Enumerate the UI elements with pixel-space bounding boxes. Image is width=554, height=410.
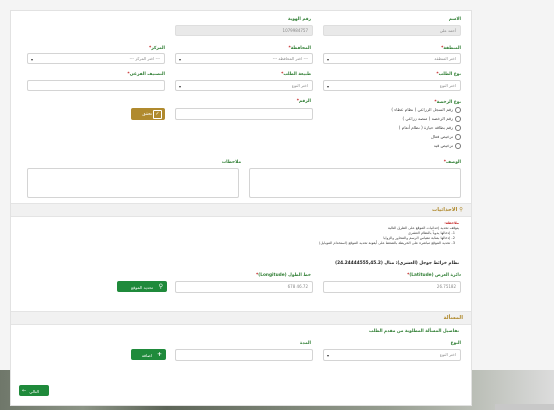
governorate-label: المحافظة* [288, 46, 311, 51]
chevron-down-icon: ▾ [327, 352, 330, 358]
radio-icon [455, 116, 461, 122]
radio-option-5[interactable]: ترخيص قيد [434, 143, 461, 149]
request-nature-select[interactable]: اختر النوع ▾ [175, 80, 313, 91]
coordinates-note-line: 2- إدخالها بمثابة مقياس الرسم والمحاور و… [383, 236, 455, 240]
number-label: الرقم* [296, 99, 311, 104]
add-button-label: اضافة [141, 352, 152, 358]
issue-duration-field[interactable] [175, 349, 313, 361]
id-value: 1079984757 [282, 28, 308, 33]
region-value: اختر المنطقة [434, 56, 456, 61]
name-field[interactable]: أحمد علي [323, 25, 461, 36]
longitude-value: 46.72 678 [287, 284, 308, 289]
region-select[interactable]: اختر المنطقة ▾ [323, 53, 461, 64]
chevron-down-icon: ▾ [327, 83, 330, 89]
coordinates-notes-title: ملاحظة: [444, 221, 459, 225]
chevron-down-icon: ▾ [327, 56, 330, 62]
issue-section-header: المسألة [11, 311, 471, 325]
location-pin-icon: ⚲ [158, 282, 163, 290]
coordinates-note-line: 1- إدخالها يدوياً بالنظام العشري [407, 231, 455, 235]
check-icon: ✓ [153, 110, 162, 119]
coordinates-note-line: يتوقف تحديد إحداثيات الموقع على الطرق ال… [387, 226, 459, 230]
id-field[interactable]: 1079984757 [175, 25, 313, 36]
id-label: رقم الهوية [288, 17, 311, 22]
arrow-left-icon: ← [22, 387, 27, 394]
verify-button-label: تحقق [142, 111, 152, 117]
radio-icon [455, 125, 461, 131]
governorate-value: --- اختر المحافظة --- [272, 56, 308, 61]
radio-icon [455, 143, 461, 149]
request-type-label: نوع الطلب* [436, 72, 461, 77]
center-label: المركز* [148, 46, 165, 51]
radio-option-4[interactable]: ترخيص فعال [431, 134, 461, 140]
description-label: الوصف* [443, 160, 461, 165]
name-value: أحمد علي [439, 28, 456, 33]
radio-icon [455, 107, 461, 113]
latitude-value: 26.75182 [436, 284, 456, 289]
sub-category-select[interactable] [27, 80, 165, 91]
radio-option-3[interactable]: رقم بطاقة حيازة ( نظام أنعام ) [399, 125, 461, 131]
verify-button[interactable]: ✓ تحقق [131, 108, 165, 120]
issue-duration-label: المدة [300, 341, 311, 346]
request-type-select[interactable]: اختر النوع ▾ [323, 80, 461, 91]
issue-type-select[interactable]: اختر النوع ▾ [323, 349, 461, 361]
issue-type-label: النوع [450, 341, 461, 346]
license-type-label: نوع الرخصة* [434, 100, 461, 105]
center-select[interactable]: --- اختر المركز --- ▾ [27, 53, 165, 64]
radio-option-2[interactable]: رقم الرخصة ( منصة زراعي ) [402, 116, 461, 122]
radio-icon [455, 134, 461, 140]
next-button-label: التالي [29, 388, 39, 394]
coordinate-system-label: نظام خرائط جوجل (العشري): مثال (24.24444… [335, 261, 459, 266]
license-radio-group: رقم السجل الزراعي ( نظام عطاء ) رقم الرخ… [321, 107, 461, 159]
radio-option-1[interactable]: رقم السجل الزراعي ( نظام عطاء ) [391, 107, 461, 113]
issue-type-value: اختر النوع [439, 352, 456, 357]
chevron-down-icon: ▾ [179, 56, 182, 62]
location-pin-icon: ⚲ [459, 207, 463, 213]
longitude-field[interactable]: 46.72 678 [175, 281, 313, 293]
region-label: المنطقة* [441, 46, 461, 51]
issue-title: المسألة [443, 315, 463, 321]
latitude-label: دائرة العرض (Latitude)* [407, 273, 461, 278]
horizontal-scrollbar[interactable] [495, 404, 554, 410]
locate-button[interactable]: ⚲ تحديد الموقع [117, 281, 167, 292]
chevron-down-icon: ▾ [179, 83, 182, 89]
latitude-field[interactable]: 26.75182 [323, 281, 461, 293]
notes-label: ملاحظات [221, 160, 241, 165]
longitude-label: خط الطول (Longitude)* [256, 273, 311, 278]
form-panel: الاسم أحمد علي رقم الهوية 1079984757 الم… [10, 10, 472, 406]
coordinates-title: ⚲ الاحداثيات [431, 207, 463, 213]
add-button[interactable]: + اضافة [131, 349, 166, 360]
request-type-value: اختر النوع [439, 83, 456, 88]
description-textarea[interactable] [249, 168, 461, 198]
number-field[interactable] [175, 108, 313, 120]
notes-textarea[interactable] [27, 168, 239, 198]
issue-details-title: تفاصيل المسألة المطلوبة من مقدم الطلب [368, 329, 459, 334]
chevron-down-icon: ▾ [31, 56, 34, 62]
center-value: --- اختر المركز --- [129, 56, 160, 61]
request-nature-value: اختر النوع [291, 83, 308, 88]
coordinates-note-line: 3- تحديد الموقع مباشرة على الخريطة بالضغ… [319, 241, 455, 245]
governorate-select[interactable]: --- اختر المحافظة --- ▾ [175, 53, 313, 64]
request-nature-label: طبيعة الطلب* [281, 72, 311, 77]
plus-icon: + [156, 350, 162, 358]
sub-category-label: التصنيف الفرعي* [127, 72, 165, 77]
name-label: الاسم [448, 17, 461, 22]
coordinates-section-header: ⚲ الاحداثيات [11, 203, 471, 217]
locate-button-label: تحديد الموقع [130, 284, 153, 290]
next-button[interactable]: التالي ← [19, 385, 49, 396]
